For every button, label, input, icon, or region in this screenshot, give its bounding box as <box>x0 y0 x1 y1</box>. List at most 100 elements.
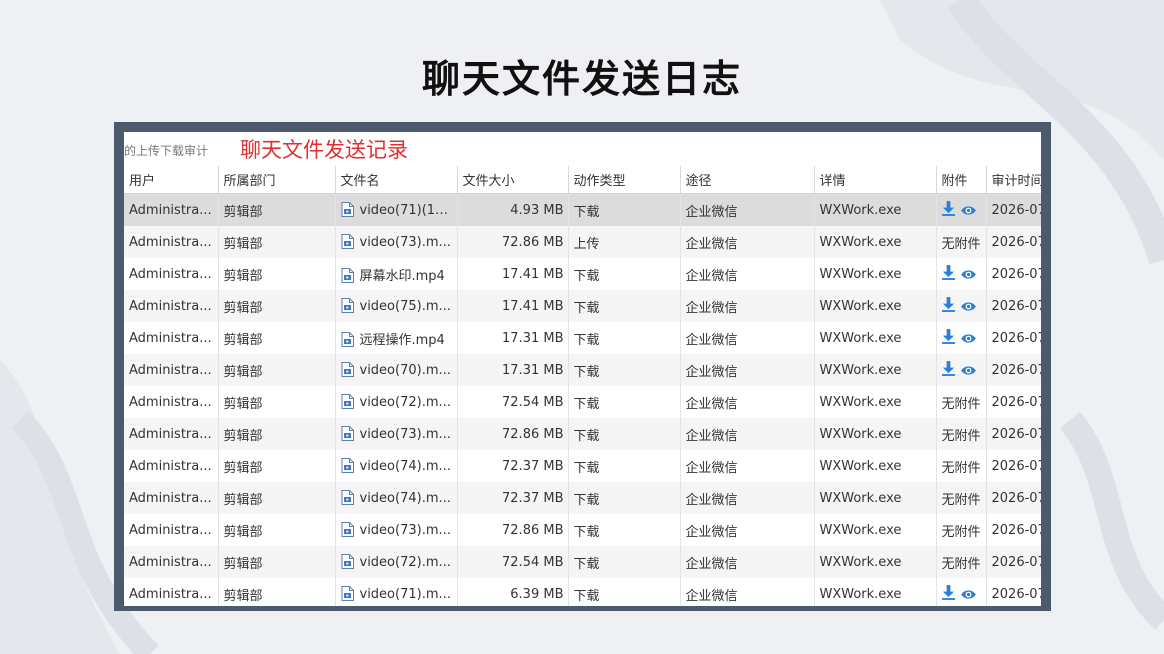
download-icon[interactable] <box>941 584 955 604</box>
eye-icon[interactable] <box>960 301 977 316</box>
column-header-filename[interactable]: 文件名 <box>335 166 458 194</box>
cell-filename: video(74).m... <box>335 450 458 482</box>
video-file-icon <box>341 331 354 347</box>
video-file-icon <box>341 267 354 283</box>
table-row[interactable]: Administra... 剪辑部 video(70).m... 17.31 MB 下载… <box>124 354 1041 386</box>
column-header-user[interactable]: 用户 <box>124 166 219 194</box>
cell-filesize: 72.54 MB <box>457 546 569 578</box>
cell-user: Administra... <box>124 578 219 606</box>
cell-audit-time: 2026-07 <box>986 193 1041 226</box>
cell-action: 下载 <box>568 290 681 322</box>
download-icon[interactable] <box>941 264 955 284</box>
cell-detail: WXWork.exe <box>814 546 937 578</box>
column-header-dept[interactable]: 所属部门 <box>218 166 336 194</box>
cell-attachment: 无附件 <box>936 450 987 482</box>
cell-user: Administra... <box>124 546 219 578</box>
video-file-icon <box>341 458 354 473</box>
eye-icon[interactable] <box>960 589 977 604</box>
eye-icon[interactable] <box>960 333 977 348</box>
cell-user: Administra... <box>124 193 219 226</box>
cell-detail: WXWork.exe <box>814 450 937 482</box>
column-header-detail[interactable]: 详情 <box>814 166 937 194</box>
column-header-filesize[interactable]: 文件大小 <box>457 166 569 194</box>
cell-action: 下载 <box>568 450 681 482</box>
download-icon[interactable] <box>941 328 955 348</box>
cell-dept: 剪辑部 <box>218 514 336 546</box>
cell-action: 下载 <box>568 578 681 606</box>
cell-dept: 剪辑部 <box>218 386 336 418</box>
cell-filesize: 72.54 MB <box>457 386 569 418</box>
table-row[interactable]: Administra... 剪辑部 屏幕水印.mp4 17.41 MB 下载 企业微信 WX… <box>124 258 1041 290</box>
cell-channel: 企业微信 <box>680 578 815 606</box>
column-header-channel[interactable]: 途径 <box>680 166 815 194</box>
column-header-action[interactable]: 动作类型 <box>568 166 681 194</box>
cell-dept: 剪辑部 <box>218 482 336 514</box>
cell-attachment: 无附件 <box>936 386 987 418</box>
table-row[interactable]: Administra... 剪辑部 video(74).m... 72.37 MB 下载… <box>124 450 1041 482</box>
video-file-icon <box>341 394 354 409</box>
table-row[interactable]: Administra... 剪辑部 video(73).m... 72.86 MB 上传… <box>124 226 1041 258</box>
column-header-attachment[interactable]: 附件 <box>936 166 987 194</box>
cell-dept: 剪辑部 <box>218 258 336 290</box>
cell-user: Administra... <box>124 514 219 546</box>
table-row[interactable]: Administra... 剪辑部 video(74).m... 72.37 MB 下载… <box>124 482 1041 514</box>
cell-dept: 剪辑部 <box>218 322 336 354</box>
tab-upload-download-audit[interactable]: 的上传下载审计 <box>124 142 208 159</box>
table-row[interactable]: Administra... 剪辑部 video(72).m... 72.54 MB 下载… <box>124 386 1041 418</box>
download-icon[interactable] <box>941 200 955 220</box>
cell-action: 下载 <box>568 482 681 514</box>
column-header-audit-time[interactable]: 审计时间 <box>986 166 1041 194</box>
cell-filesize: 17.41 MB <box>457 290 569 322</box>
cell-attachment: 无附件 <box>936 482 987 514</box>
download-icon[interactable] <box>941 296 955 316</box>
cell-detail: WXWork.exe <box>814 258 937 290</box>
annotation-heading: 聊天文件发送记录 <box>240 138 408 162</box>
video-file-icon <box>341 234 354 249</box>
cell-channel: 企业微信 <box>680 514 815 546</box>
cell-dept: 剪辑部 <box>218 290 336 322</box>
table-body: Administra... 剪辑部 video(71)(1).... 4.93 MB 下… <box>124 193 1041 606</box>
cell-filesize: 17.41 MB <box>457 258 569 290</box>
cell-detail: WXWork.exe <box>814 482 937 514</box>
cell-dept: 剪辑部 <box>218 418 336 450</box>
cell-attachment <box>936 354 987 386</box>
table-row[interactable]: Administra... 剪辑部 video(72).m... 72.54 MB 下载… <box>124 546 1041 578</box>
cell-audit-time: 2026-07 <box>986 450 1041 482</box>
cell-channel: 企业微信 <box>680 418 815 450</box>
slide-title: 聊天文件发送日志 <box>421 57 742 101</box>
table-row[interactable]: Administra... 剪辑部 远程操作.mp4 17.31 MB 下载 企业微信 WX… <box>124 322 1041 354</box>
file-name: video(73).m... <box>359 427 451 442</box>
cell-channel: 企业微信 <box>680 386 815 418</box>
cell-user: Administra... <box>124 450 219 482</box>
cell-audit-time: 2026-07 <box>986 482 1041 514</box>
table-row[interactable]: Administra... 剪辑部 video(73).m... 72.86 MB 下载… <box>124 418 1041 450</box>
table-row[interactable]: Administra... 剪辑部 video(71)(1).... 4.93 MB 下… <box>124 193 1041 226</box>
video-file-icon <box>341 554 354 569</box>
cell-detail: WXWork.exe <box>814 290 937 322</box>
audit-window: 的上传下载审计 聊天文件发送记录 用户 所属部门 文件名 文件大小 动作类型 途径 详情 附件… <box>124 132 1041 606</box>
download-icon[interactable] <box>941 360 955 380</box>
table-row[interactable]: Administra... 剪辑部 video(75).m... 17.41 MB 下载… <box>124 290 1041 322</box>
video-file-icon <box>341 426 354 441</box>
cell-attachment: 无附件 <box>936 226 987 258</box>
eye-icon[interactable] <box>960 365 977 380</box>
cell-dept: 剪辑部 <box>218 354 336 386</box>
cell-filesize: 72.37 MB <box>457 482 569 514</box>
cell-audit-time: 2026-07 <box>986 258 1041 290</box>
cell-action: 上传 <box>568 226 681 258</box>
cell-audit-time: 2026-07 <box>986 578 1041 606</box>
file-name: video(75).m... <box>359 299 451 314</box>
eye-icon[interactable] <box>960 269 977 284</box>
cell-filename: 远程操作.mp4 <box>335 322 458 354</box>
cell-attachment <box>936 322 987 354</box>
video-file-icon <box>341 522 354 537</box>
cell-channel: 企业微信 <box>680 290 815 322</box>
cell-dept: 剪辑部 <box>218 546 336 578</box>
cell-channel: 企业微信 <box>680 450 815 482</box>
cell-filename: video(73).m... <box>335 514 458 546</box>
table-row[interactable]: Administra... 剪辑部 video(73).m... 72.86 MB 下载… <box>124 514 1041 546</box>
table-row[interactable]: Administra... 剪辑部 video(71).m... 6.39 MB 下载企… <box>124 578 1041 606</box>
eye-icon[interactable] <box>960 205 977 220</box>
window-top-bar: 的上传下载审计 聊天文件发送记录 <box>124 132 1041 167</box>
cell-channel: 企业微信 <box>680 482 815 514</box>
